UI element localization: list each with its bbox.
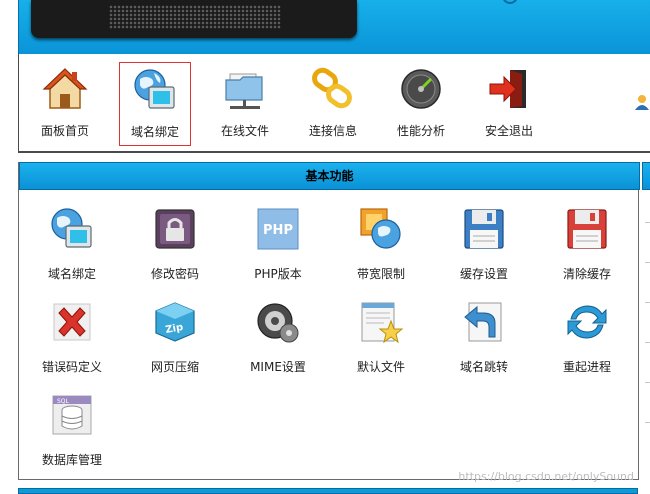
home-icon — [42, 68, 88, 109]
func-default-files[interactable]: 默认文件 — [331, 299, 431, 381]
bandwidth-globe-icon — [360, 208, 401, 249]
redirect-arrow-icon — [464, 302, 502, 342]
header-band — [18, 0, 650, 54]
toolbar-label: 安全退出 — [484, 124, 533, 138]
gear-icon — [257, 303, 299, 343]
panel-title: 基本功能 — [19, 162, 640, 190]
zip-box-icon: Zip — [155, 302, 195, 342]
next-panel-header — [18, 488, 638, 494]
func-label: 域名绑定 — [47, 267, 96, 281]
document-star-icon — [361, 302, 404, 344]
func-restart-process[interactable]: 重起进程 — [537, 299, 637, 381]
gauge-icon — [401, 69, 441, 109]
func-domain-redirect[interactable]: 域名跳转 — [434, 299, 534, 381]
func-label: 域名跳转 — [459, 360, 508, 374]
user-icon[interactable] — [634, 94, 650, 110]
floppy-blue-icon — [464, 209, 504, 249]
func-label: 数据库管理 — [41, 453, 102, 467]
side-divider — [645, 222, 650, 223]
database-icon: SQL — [52, 395, 92, 435]
floppy-red-icon — [567, 209, 607, 249]
func-mime-settings[interactable]: MIME设置 — [228, 299, 328, 381]
func-php-version[interactable]: PHP PHP版本 — [228, 206, 328, 288]
func-label: 重起进程 — [562, 360, 611, 374]
side-divider — [645, 262, 650, 263]
logo-speaker-grill — [109, 5, 281, 29]
side-divider — [645, 342, 650, 343]
side-divider — [645, 382, 650, 383]
toolbar-item-home[interactable]: 面板首页 — [29, 62, 101, 146]
func-gzip-compression[interactable]: Zip 网页压缩 — [125, 299, 225, 381]
func-bandwidth-limit[interactable]: 带宽限制 — [331, 206, 431, 288]
func-error-codes[interactable]: 错误码定义 — [22, 299, 122, 381]
func-label: 错误码定义 — [41, 360, 102, 374]
toolbar-label: 面板首页 — [40, 124, 89, 138]
side-divider — [645, 302, 650, 303]
header-decoration — [502, 0, 518, 4]
func-domain-binding[interactable]: 域名绑定 — [22, 206, 122, 288]
toolbar-item-safe-exit[interactable]: 安全退出 — [473, 62, 545, 146]
func-database-management[interactable]: SQL 数据库管理 — [22, 392, 122, 474]
side-panel-tab — [642, 162, 650, 190]
main-toolbar: 面板首页 域名绑定 在线文件 连接信息 性能分析 安全退出 — [18, 54, 650, 153]
lock-icon — [155, 209, 195, 249]
toolbar-item-domain-binding[interactable]: 域名绑定 — [119, 62, 191, 146]
exit-door-icon — [489, 70, 526, 108]
red-x-icon — [53, 303, 91, 341]
network-folder-icon — [225, 73, 263, 109]
func-label: 缓存设置 — [459, 267, 508, 281]
func-label: MIME设置 — [250, 360, 306, 374]
watermark: https://blog.csdn.net/onlySound — [458, 470, 634, 483]
func-change-password[interactable]: 修改密码 — [125, 206, 225, 288]
sql-icon-text: SQL — [57, 398, 70, 405]
toolbar-label: 在线文件 — [220, 124, 269, 138]
toolbar-label: 性能分析 — [396, 124, 445, 138]
func-clear-cache[interactable]: 清除缓存 — [537, 206, 637, 288]
chain-link-icon — [312, 67, 352, 109]
logo-panel — [31, 0, 357, 38]
func-label: 带宽限制 — [356, 267, 405, 281]
refresh-icon — [567, 305, 607, 339]
php-icon: PHP — [257, 208, 299, 250]
toolbar-item-performance[interactable]: 性能分析 — [385, 62, 457, 146]
globe-window-icon — [51, 208, 92, 248]
toolbar-item-online-files[interactable]: 在线文件 — [209, 62, 281, 146]
side-divider — [645, 422, 650, 423]
toolbar-label: 域名绑定 — [130, 125, 179, 139]
func-label: 修改密码 — [150, 267, 199, 281]
func-label: 清除缓存 — [562, 267, 611, 281]
toolbar-item-connection-info[interactable]: 连接信息 — [297, 62, 369, 146]
php-icon-text: PHP — [263, 223, 293, 238]
globe-window-icon — [134, 69, 175, 109]
func-label: 网页压缩 — [150, 360, 199, 374]
func-label: 默认文件 — [356, 360, 405, 374]
func-label: PHP版本 — [254, 267, 302, 281]
basic-functions-panel: 基本功能 域名绑定 修改密码 PHP PHP版本 带宽限制 缓存设置 清除缓存 … — [18, 162, 640, 480]
func-cache-settings[interactable]: 缓存设置 — [434, 206, 534, 288]
toolbar-label: 连接信息 — [308, 124, 357, 138]
